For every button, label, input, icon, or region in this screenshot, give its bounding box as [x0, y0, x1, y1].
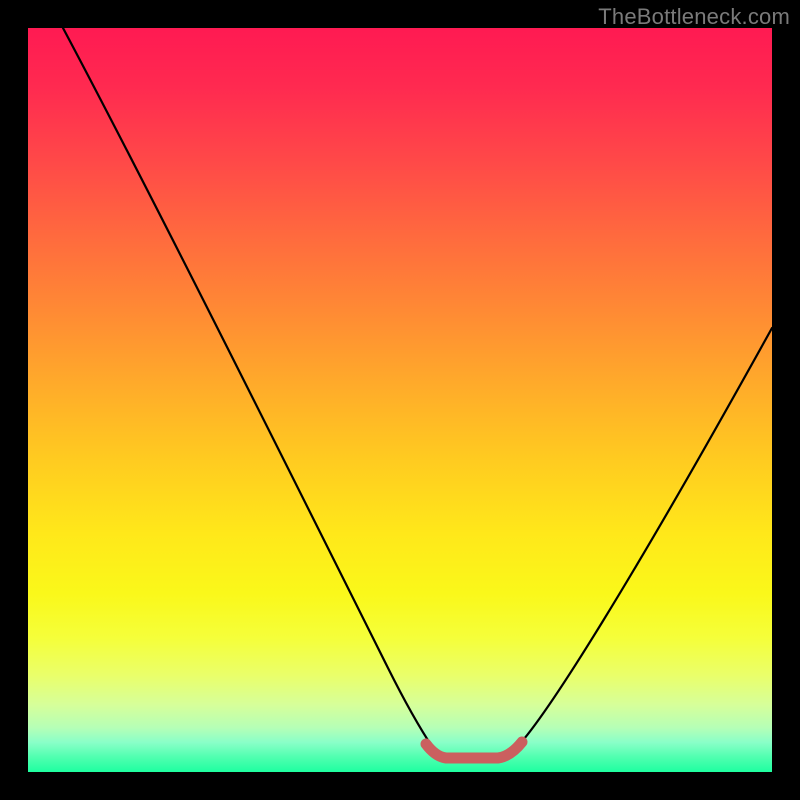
watermark-text: TheBottleneck.com	[598, 4, 790, 30]
chart-svg	[28, 28, 772, 772]
black-curve	[63, 28, 772, 757]
chart-frame: TheBottleneck.com	[0, 0, 800, 800]
red-band	[426, 742, 522, 758]
plot-area	[28, 28, 772, 772]
